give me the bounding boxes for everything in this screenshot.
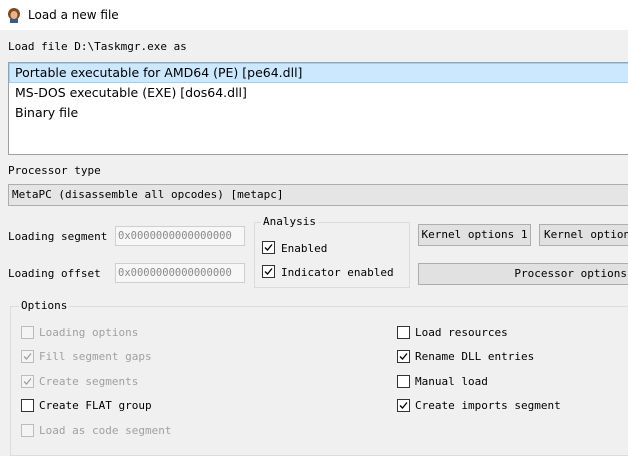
manual-load-label: Manual load xyxy=(415,375,488,388)
kernel-options-2-button[interactable]: Kernel options 2 xyxy=(539,224,628,246)
loading-segment-input[interactable]: 0x0000000000000000 xyxy=(115,226,245,246)
rename-dll-entries-checkbox[interactable] xyxy=(397,350,410,363)
analysis-enabled-checkbox[interactable] xyxy=(262,241,275,254)
list-item-binary[interactable]: Binary file xyxy=(9,103,628,123)
load-resources-label: Load resources xyxy=(415,326,508,339)
fill-segment-gaps-label: Fill segment gaps xyxy=(39,350,152,363)
ida-app-icon xyxy=(6,7,22,23)
list-item-dos64[interactable]: MS-DOS executable (EXE) [dos64.dll] xyxy=(9,83,628,103)
load-file-label: Load file D:\Taskmgr.exe as xyxy=(8,40,187,53)
load-resources-checkbox[interactable] xyxy=(397,326,410,339)
loading-options-label: Loading options xyxy=(39,326,139,339)
processor-type-label: Processor type xyxy=(8,164,101,177)
indicator-enabled-checkbox[interactable] xyxy=(262,265,275,278)
load-as-code-segment-label: Load as code segment xyxy=(39,424,172,437)
manual-load-checkbox[interactable] xyxy=(397,375,410,388)
rename-dll-entries-label: Rename DLL entries xyxy=(415,350,535,363)
create-imports-segment-label: Create imports segment xyxy=(415,399,561,412)
indicator-enabled-label: Indicator enabled xyxy=(281,266,394,279)
create-flat-group-label: Create FLAT group xyxy=(39,399,152,412)
window-title: Load a new file xyxy=(28,8,119,22)
processor-type-select[interactable]: MetaPC (disassemble all opcodes) [metapc… xyxy=(8,184,628,206)
loading-options-checkbox[interactable] xyxy=(21,326,34,339)
loading-offset-label: Loading offset xyxy=(8,267,101,280)
analysis-group-title: Analysis xyxy=(261,215,318,228)
options-group-title: Options xyxy=(19,299,70,312)
kernel-options-1-button[interactable]: Kernel options 1 xyxy=(418,224,531,246)
file-type-list[interactable]: Portable executable for AMD64 (PE) [pe64… xyxy=(8,62,628,155)
load-as-code-segment-checkbox[interactable] xyxy=(21,424,34,437)
create-imports-segment-checkbox[interactable] xyxy=(397,399,410,412)
create-segments-checkbox[interactable] xyxy=(21,375,34,388)
loading-segment-label: Loading segment xyxy=(8,230,108,243)
loading-offset-input[interactable]: 0x0000000000000000 xyxy=(115,263,245,283)
title-bar: Load a new file xyxy=(0,0,628,30)
fill-segment-gaps-checkbox[interactable] xyxy=(21,350,34,363)
processor-options-button[interactable]: Processor options xyxy=(418,263,628,285)
analysis-enabled-label: Enabled xyxy=(281,242,328,255)
create-flat-group-checkbox[interactable] xyxy=(21,399,34,412)
list-item-pe64[interactable]: Portable executable for AMD64 (PE) [pe64… xyxy=(9,63,628,83)
create-segments-label: Create segments xyxy=(39,375,139,388)
